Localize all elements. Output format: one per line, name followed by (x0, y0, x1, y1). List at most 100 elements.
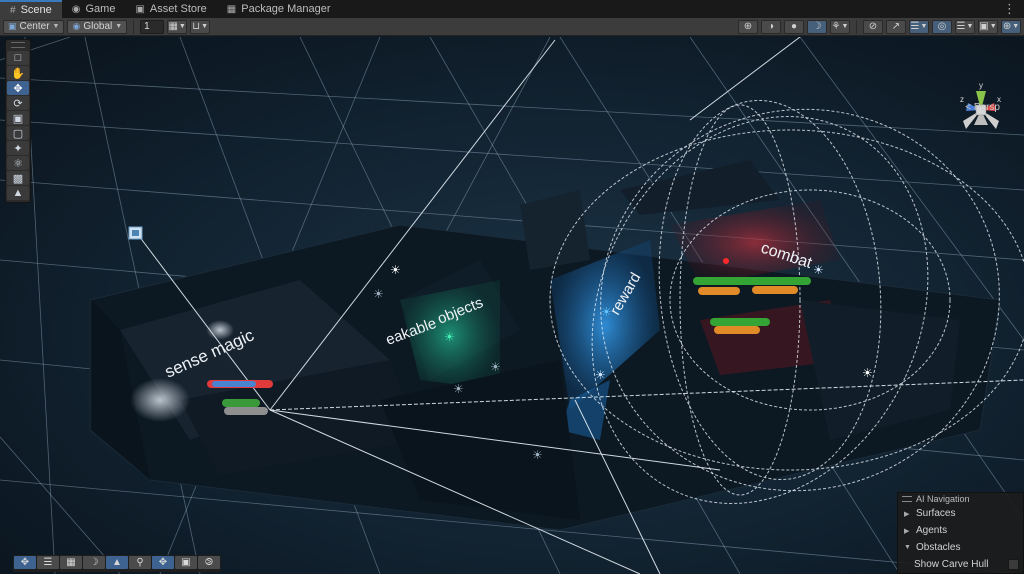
tab-scene-label: Scene (20, 4, 52, 16)
scene-tools-palette: □ ✋ ✥ ⟳ ▣ ▢ ✦ ⚛ ▩ ▲ (5, 39, 31, 203)
sun-icon: ☀ (601, 305, 612, 319)
bottom-align-button[interactable]: ☰ (37, 556, 59, 569)
package-icon: ▦ (226, 3, 237, 15)
bottom-overlay-toolbar: ✥ ☰ ▦ ☽ ▲ ⚲ ✥ ▣ ⧁ (13, 555, 221, 572)
chevron-down-icon: ▼ (989, 23, 997, 30)
cube-icon: □ (14, 52, 22, 64)
chevron-down-icon: ▼ (201, 23, 209, 30)
moon-icon: ☽ (812, 21, 822, 32)
camera-settings-button[interactable]: ▣ ▼ (978, 19, 998, 34)
drag-handle-icon (902, 496, 912, 502)
move-tool-button[interactable]: ✥ (7, 81, 29, 95)
magnet-icon: ⊔ (192, 21, 201, 32)
ai-nav-section-agents[interactable]: ▶ Agents (898, 522, 1023, 539)
gizmo-globe-icon: ⊕ (1002, 21, 1012, 32)
ai-navigation-header[interactable]: AI Navigation (898, 493, 1023, 505)
rotate-tool-button[interactable]: ⟳ (7, 96, 29, 110)
rect-tool-button[interactable]: ▢ (7, 126, 29, 140)
search-icon: ⚲ (136, 557, 144, 568)
chevron-right-icon: ▶ (904, 510, 910, 518)
toolbar-divider (856, 19, 857, 34)
scene-visibility-button[interactable]: ⊘ (863, 19, 883, 34)
hand-tool-button[interactable]: ✋ (7, 66, 29, 80)
pivot-rotation-dropdown[interactable]: ◉ Global ▼ (67, 19, 128, 34)
chevron-right-icon: ▶ (904, 527, 910, 535)
tab-package-manager[interactable]: ▦ Package Manager (217, 0, 341, 18)
sun-icon: ☀ (490, 360, 501, 374)
bug-icon: ⚘ (831, 21, 841, 32)
scale-icon: ▣ (12, 112, 24, 125)
grid-visibility-button[interactable]: ▦ ▼ (167, 19, 188, 34)
show-carve-hull-row[interactable]: Show Carve Hull (898, 556, 1023, 573)
bounds-tool-button[interactable]: ▩ (7, 171, 29, 185)
navmesh-overlay-button[interactable]: ☰ ▼ (909, 19, 929, 34)
moon-icon: ☽ (89, 557, 99, 568)
palette-grip[interactable] (11, 42, 25, 48)
layer-toggle-button[interactable]: ☰ ▼ (955, 19, 975, 34)
ai-nav-section-label: Agents (916, 525, 948, 536)
draw-mode-button[interactable]: ⊕ (738, 19, 758, 34)
shading-wireframe-button[interactable]: ◑ (761, 19, 781, 34)
scene-picking-button[interactable]: ↗ (886, 19, 906, 34)
sun-icon: ☀ (595, 368, 606, 382)
bottom-grid-button[interactable]: ▦ (60, 556, 82, 569)
tab-game-label: Game (85, 3, 116, 15)
more-vertical-icon[interactable]: ⋮ (995, 0, 1024, 18)
move-arrows-icon: ✥ (20, 557, 30, 568)
sun-icon: ☀ (453, 382, 464, 396)
audio-effects-button[interactable]: ⚘ ▼ (830, 19, 850, 34)
projection-toggle[interactable]: < Persp (965, 102, 1000, 113)
view-visibility-button[interactable]: ◎ (932, 19, 952, 34)
bottom-transform-button[interactable]: ✥ (152, 556, 174, 569)
gizmos-button[interactable]: ⊕ ▼ (1001, 19, 1021, 34)
scale-tool-button[interactable]: ▣ (7, 111, 29, 125)
globe-icon: ◉ (72, 21, 81, 31)
chevron-down-icon: ▼ (904, 544, 911, 551)
tab-scene[interactable]: # Scene (0, 0, 62, 18)
grid-size-input[interactable] (140, 19, 165, 34)
ai-navigation-title: AI Navigation (916, 494, 970, 504)
tab-game[interactable]: ◉ Game (62, 0, 126, 18)
custom-tool-button[interactable]: ⚛ (7, 156, 29, 170)
shading-shaded-button[interactable]: ● (784, 19, 804, 34)
rect-icon: ▢ (12, 127, 24, 140)
move-arrows-icon: ✥ (13, 82, 23, 95)
view-tool-button[interactable]: □ (7, 51, 29, 65)
ai-nav-section-surfaces[interactable]: ▶ Surfaces (898, 505, 1023, 522)
snap-settings-button[interactable]: ⊔ ▼ (190, 19, 211, 34)
editor-tab-strip: # Scene ◉ Game ▣ Asset Store ▦ Package M… (0, 0, 1024, 19)
ai-nav-section-obstacles[interactable]: ▼ Obstacles (898, 539, 1023, 556)
scene-viewport[interactable]: sense magic eakable objects reward comba… (0, 37, 1024, 574)
ai-navigation-overlay: AI Navigation ▶ Surfaces ▶ Agents ▼ Obst… (897, 492, 1024, 574)
ai-nav-section-label: Surfaces (916, 508, 956, 519)
gizmo-axis-z: z (960, 95, 964, 104)
bottom-move-button[interactable]: ✥ (14, 556, 36, 569)
chevron-down-icon: ▼ (178, 23, 186, 30)
globe-wire-icon: ⊕ (743, 21, 753, 32)
light-glow (130, 378, 190, 422)
pivot-mode-dropdown[interactable]: ▣ Center ▼ (3, 19, 65, 34)
compass-icon: ⧁ (205, 557, 213, 568)
lighting-toggle-button[interactable]: ☽ (807, 19, 827, 34)
gizmo-axis-y: y (979, 81, 983, 90)
bottom-compass-button[interactable]: ⧁ (198, 556, 220, 569)
rotate-icon: ⟳ (13, 97, 23, 110)
tab-asset-store[interactable]: ▣ Asset Store (125, 0, 216, 18)
terrain-tool-button[interactable]: ▲ (7, 186, 29, 200)
bottom-camera-button[interactable]: ▣ (175, 556, 197, 569)
sliders-icon: ☰ (43, 557, 53, 568)
scene-render: sense magic eakable objects reward comba… (0, 37, 1024, 574)
bottom-navmesh-button[interactable]: ▲ (106, 556, 128, 569)
bottom-lighting-button[interactable]: ☽ (83, 556, 105, 569)
show-carve-hull-checkbox[interactable] (1008, 559, 1019, 570)
transform-tool-button[interactable]: ✦ (7, 141, 29, 155)
navmesh-icon: ▲ (112, 557, 122, 568)
tab-asset-store-label: Asset Store (149, 3, 207, 15)
transform-icon: ✦ (13, 142, 23, 155)
bottom-search-button[interactable]: ⚲ (129, 556, 151, 569)
camera-gizmo-icon (128, 226, 143, 240)
sun-icon: ☀ (862, 366, 873, 380)
camera-icon: ▣ (979, 21, 989, 32)
hand-icon: ✋ (11, 67, 25, 80)
grid-icon: # (10, 4, 16, 16)
